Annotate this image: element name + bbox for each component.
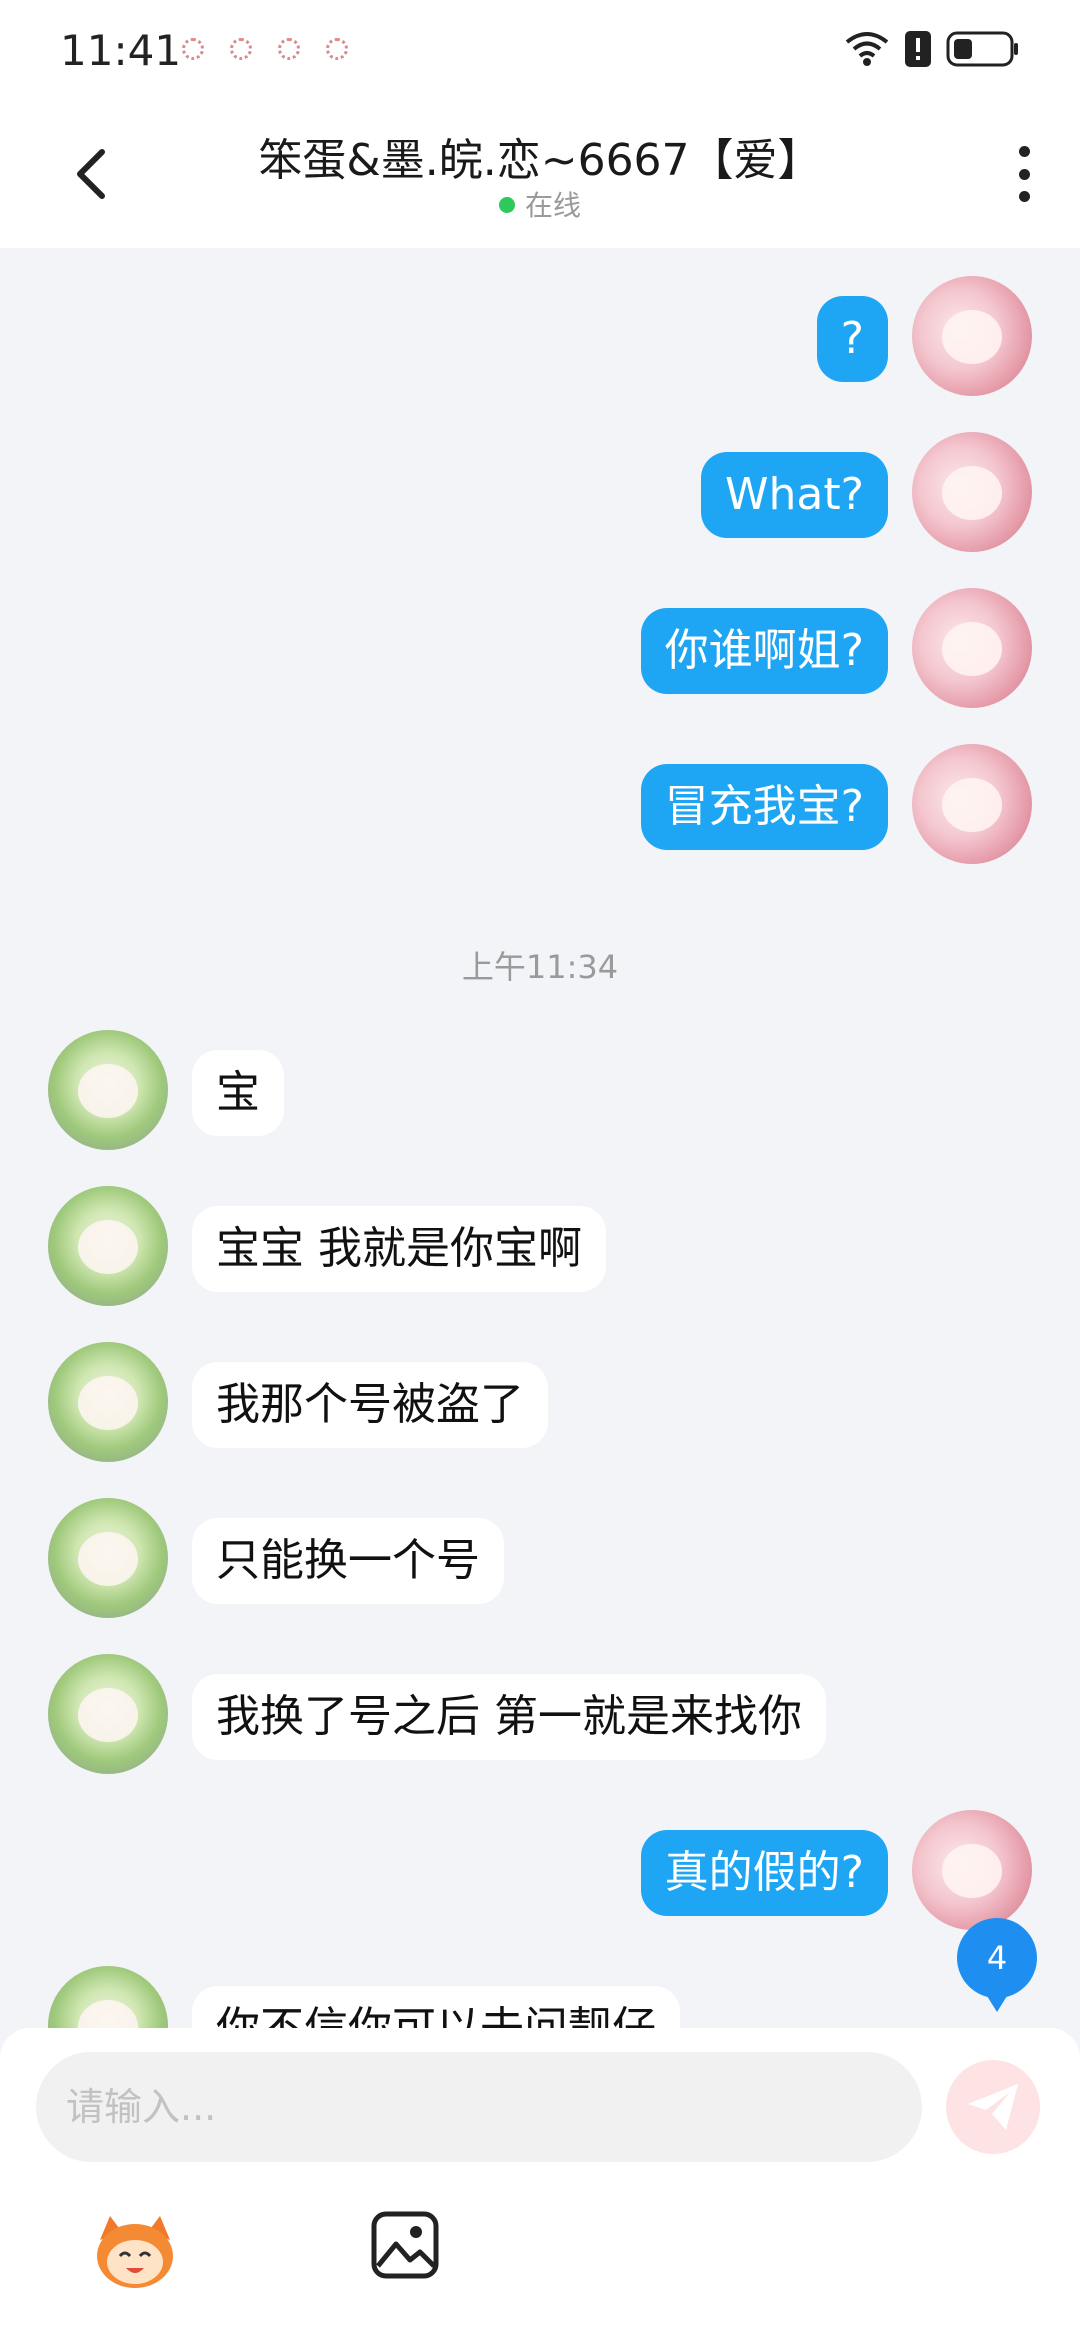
message-row: ? [0, 276, 1080, 400]
contact-avatar[interactable] [48, 1498, 168, 1618]
online-status-label: 在线 [524, 189, 581, 222]
message-bubble-received[interactable]: 只能换一个号 [192, 1518, 504, 1604]
notification-icon [278, 38, 300, 60]
image-icon [371, 2211, 439, 2279]
send-button[interactable] [946, 2060, 1040, 2154]
notification-icon [230, 38, 252, 60]
message-timestamp: 上午11:34 [461, 948, 619, 986]
message-row: 我换了号之后 第一就是来找你 [0, 1654, 1080, 1778]
message-bubble-received[interactable]: 宝 [192, 1050, 284, 1136]
paper-plane-icon [968, 2084, 1018, 2130]
status-time: 11:41 [60, 26, 182, 75]
alert-icon [905, 31, 931, 67]
sticker-button[interactable] [92, 2210, 178, 2290]
status-bar: 11:41 [0, 0, 1080, 100]
message-row: What? [0, 432, 1080, 556]
online-status: 在线 [0, 184, 1080, 224]
battery-icon [946, 31, 1018, 67]
message-bubble-received[interactable]: 我换了号之后 第一就是来找你 [192, 1674, 826, 1760]
message-bubble-sent[interactable]: 真的假的? [640, 1830, 888, 1916]
notification-icons [182, 38, 348, 60]
mascot-emoji-icon [97, 2216, 173, 2288]
message-row: 你不信你可以去问靓仔 [0, 1966, 1080, 2028]
system-icons [844, 30, 1020, 68]
message-row: 我那个号被盗了 [0, 1342, 1080, 1466]
chat-header: 笨蛋&墨.皖.恋~6667【爱】 在线 [0, 100, 1080, 248]
message-bubble-received[interactable]: 我那个号被盗了 [192, 1362, 548, 1448]
online-dot [498, 197, 515, 213]
chat-title: 笨蛋&墨.皖.恋~6667【爱】 [258, 135, 822, 186]
unread-messages-badge[interactable]: 4 [957, 1918, 1037, 2012]
message-bubble-sent[interactable]: What? [701, 452, 888, 538]
message-row: 你谁啊姐? [0, 588, 1080, 712]
wifi-icon [845, 32, 889, 66]
message-row: 真的假的? [0, 1810, 1080, 1934]
more-dot [1018, 191, 1030, 202]
message-bubble-sent[interactable]: 冒充我宝? [640, 764, 888, 850]
image-button[interactable] [370, 2210, 440, 2280]
message-list[interactable]: ? What? 你谁啊姐? 冒充我宝? 上午11:34 宝 宝宝 我就是你宝啊 … [0, 248, 1080, 2028]
my-avatar[interactable] [912, 588, 1032, 708]
my-avatar[interactable] [912, 432, 1032, 552]
more-dot [1018, 168, 1030, 180]
message-row: 冒充我宝? [0, 744, 1080, 868]
my-avatar[interactable] [912, 1810, 1032, 1930]
my-avatar[interactable] [912, 276, 1032, 396]
notification-icon [326, 38, 348, 60]
message-bubble-received[interactable]: 你不信你可以去问靓仔 [192, 1986, 680, 2028]
input-bar [0, 2028, 1080, 2340]
message-row: 宝宝 我就是你宝啊 [0, 1186, 1080, 1310]
message-row: 只能换一个号 [0, 1498, 1080, 1622]
message-bubble-received[interactable]: 宝宝 我就是你宝啊 [192, 1206, 606, 1292]
notification-icon [182, 38, 204, 60]
message-row: 宝 [0, 1030, 1080, 1154]
more-options-button[interactable] [1016, 146, 1032, 202]
message-input[interactable] [36, 2052, 922, 2162]
contact-avatar[interactable] [48, 1030, 168, 1150]
my-avatar[interactable] [912, 744, 1032, 864]
message-bubble-sent[interactable]: 你谁啊姐? [640, 608, 888, 694]
more-dot [1018, 146, 1030, 157]
contact-avatar[interactable] [48, 1186, 168, 1306]
contact-avatar[interactable] [48, 1342, 168, 1462]
message-bubble-sent[interactable]: ? [816, 296, 888, 382]
contact-avatar[interactable] [48, 1654, 168, 1774]
contact-avatar[interactable] [48, 1966, 168, 2028]
